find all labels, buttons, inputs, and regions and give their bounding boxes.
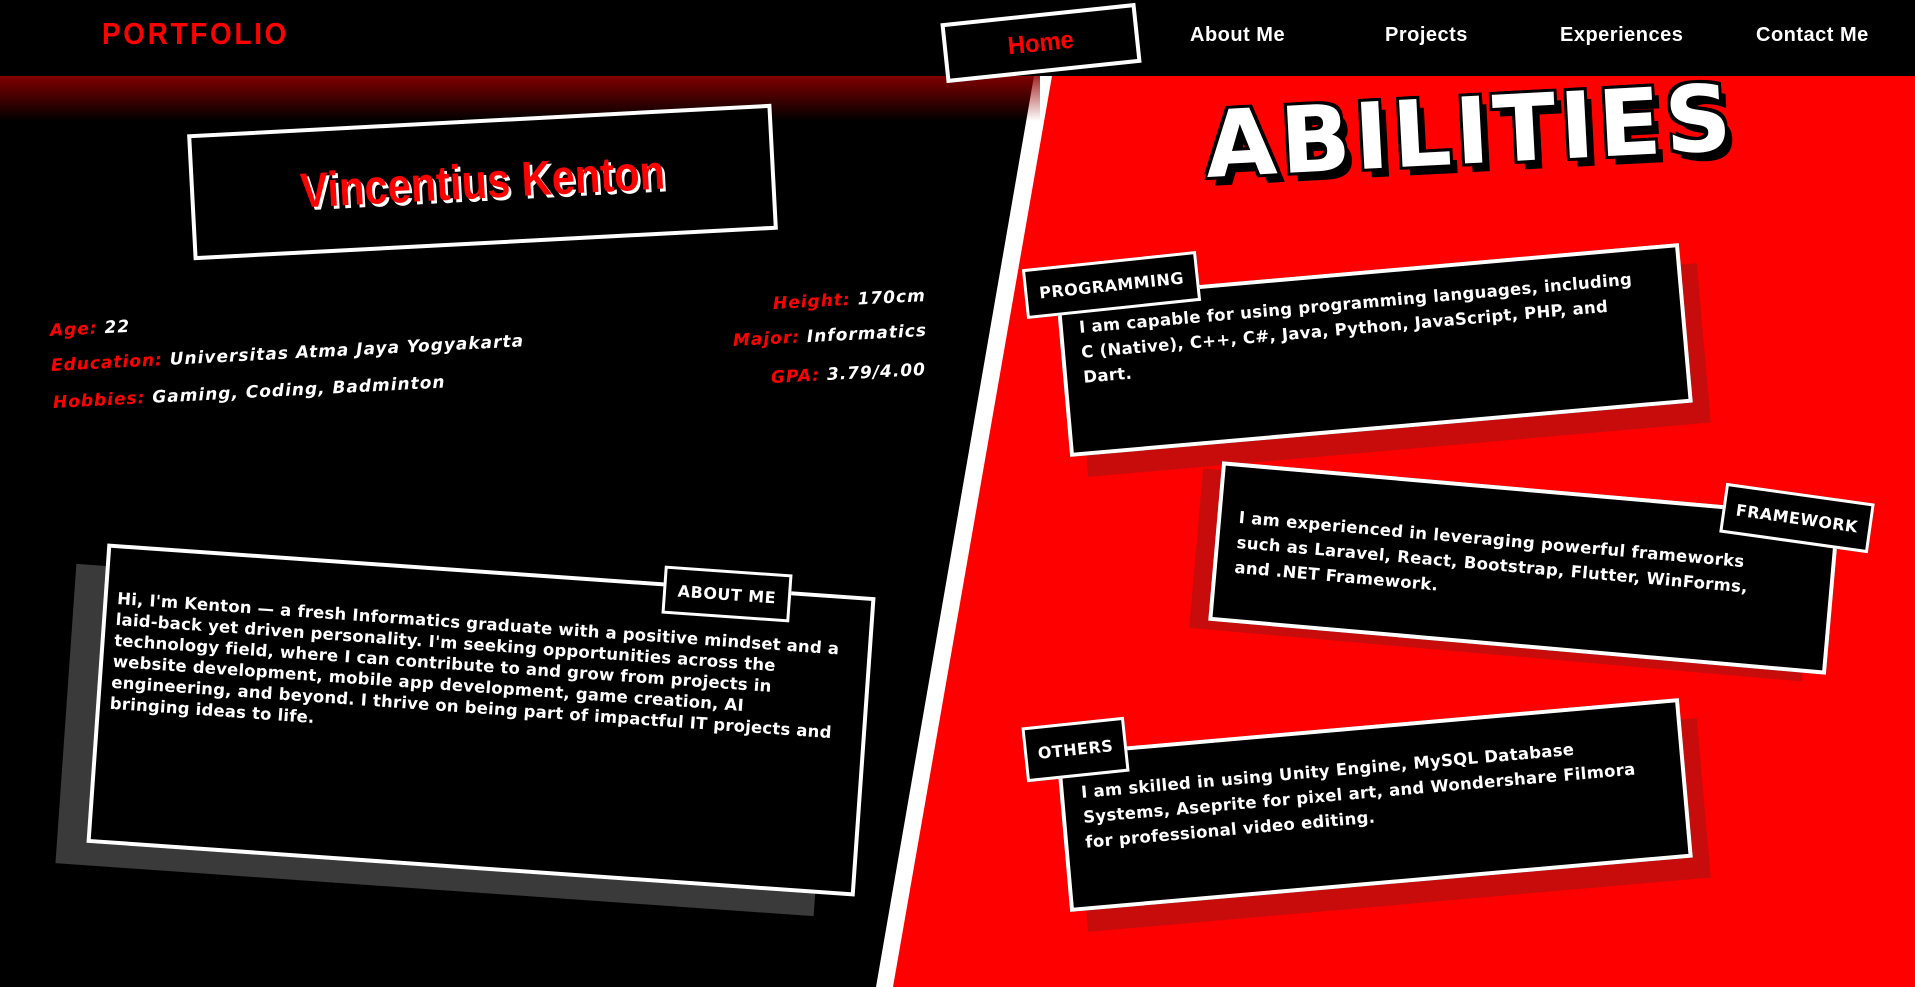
height-label: Height:: [772, 289, 852, 314]
info-gpa: GPA: 3.79/4.00: [770, 360, 926, 388]
name-box: Vincentius Kenton: [187, 103, 778, 261]
hobbies-label: Hobbies:: [52, 388, 146, 413]
nav-glow: [0, 76, 1040, 121]
about-tag-label: ABOUT ME: [677, 581, 777, 607]
nav-projects[interactable]: Projects: [1385, 24, 1468, 47]
education-label: Education:: [50, 350, 164, 376]
info-major: Major: Informatics: [732, 321, 927, 351]
nav-home-label: Home: [1006, 25, 1076, 60]
age-label: Age:: [49, 318, 99, 341]
education-value: Universitas Atma Jaya Yogyakarta: [169, 331, 525, 370]
info-age: Age: 22: [49, 317, 130, 341]
age-value: 22: [103, 316, 131, 339]
others-tag-label: OTHERS: [1036, 736, 1115, 763]
framework-tag-label: FRAMEWORK: [1734, 500, 1860, 536]
nav-contact[interactable]: Contact Me: [1756, 24, 1869, 47]
info-education: Education: Universitas Atma Jaya Yogyaka…: [50, 331, 524, 376]
profile-name: Vincentius Kenton: [298, 145, 667, 219]
major-value: Informatics: [806, 320, 928, 348]
gpa-label: GPA:: [770, 365, 821, 388]
info-hobbies: Hobbies: Gaming, Coding, Badminton: [52, 372, 446, 413]
others-tag: OTHERS: [1021, 716, 1130, 783]
height-value: 170cm: [857, 286, 927, 310]
nav-experiences[interactable]: Experiences: [1560, 24, 1683, 47]
programming-tag-label: PROGRAMMING: [1038, 267, 1185, 303]
gpa-value: 3.79/4.00: [826, 359, 927, 386]
nav-about[interactable]: About Me: [1190, 24, 1285, 47]
info-height: Height: 170cm: [772, 286, 926, 314]
hobbies-value: Gaming, Coding, Badminton: [151, 372, 447, 408]
logo[interactable]: PORTFOLIO: [102, 16, 289, 52]
major-label: Major:: [732, 327, 801, 351]
about-tag: ABOUT ME: [661, 565, 793, 623]
